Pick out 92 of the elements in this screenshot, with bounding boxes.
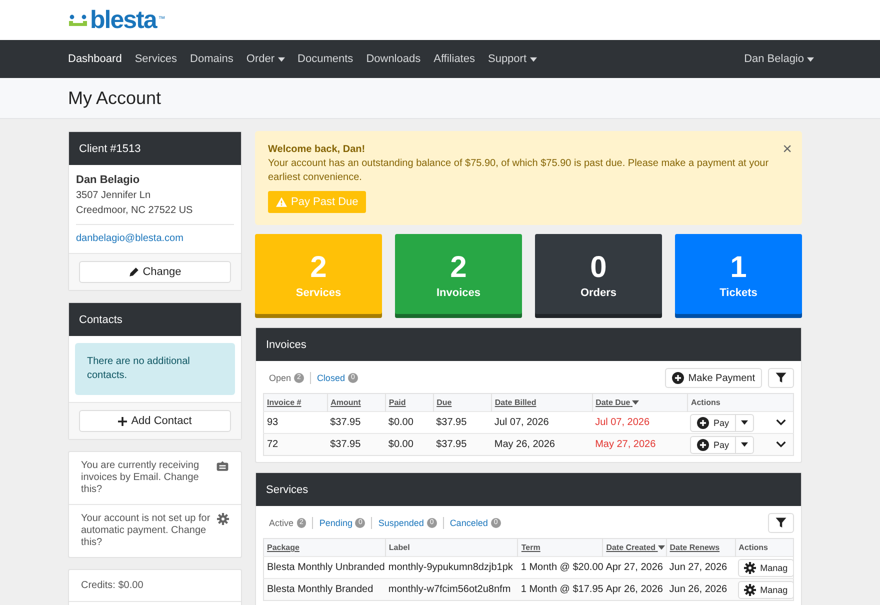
pencil-icon [128,267,139,277]
pay-button[interactable]: Pay [690,414,736,432]
nav-link[interactable]: Support [488,53,537,65]
stat-count: 2 [310,253,327,283]
user-menu[interactable]: Dan Belagio [744,53,814,65]
caret-icon [807,56,814,62]
nav-link[interactable]: Services [134,53,178,65]
table-cell: $0.00 [385,434,434,456]
chevron-down-icon[interactable] [776,419,786,426]
caret-icon [530,56,537,62]
stat-label: Orders [580,287,617,299]
change-button[interactable]: Change [79,261,231,283]
dropdown-toggle[interactable] [736,436,754,454]
table-cell: Jun 26, 2026 [666,578,736,600]
nav-link[interactable]: Dashboard [68,53,122,65]
warning-icon [276,197,287,207]
column-header: Label [385,538,518,556]
column-header[interactable]: Invoice # [264,394,328,412]
stat-label: Services [296,287,342,299]
filter-button[interactable] [768,368,794,388]
stat-label: Invoices [436,287,481,299]
gear-icon [744,562,756,574]
address-line: 3507 Jennifer Ln [76,189,152,203]
table-cell: 72 [264,434,328,456]
gear-icon [217,513,229,525]
page-title: My Account [68,88,162,108]
credits-text: Credits: $0.00 [69,570,241,602]
nav-link[interactable]: Downloads [366,53,421,65]
info-message: There are no additional contacts. [75,343,235,395]
manage-button[interactable]: Manag [738,580,794,598]
nav-link[interactable]: Affiliates [434,53,475,65]
nav-link[interactable]: Order [246,53,285,65]
close-button[interactable]: × [782,142,792,158]
add-contact-button[interactable]: Add Contact [79,410,231,432]
sort-caret-icon [658,545,665,550]
stat-count: 0 [590,253,607,283]
column-header[interactable]: Paid [385,394,434,412]
setting-text[interactable]: You are currently receiving invoices by Email. Change this? [81,460,212,496]
stat-count: 2 [450,253,467,283]
table-cell: $37.95 [433,434,492,456]
plus-circle-icon [672,372,684,384]
card-title: Contacts [79,314,122,326]
table-cell: Blesta Monthly Branded [264,578,386,600]
address-line: Creedmoor, NC 27522 US [76,204,194,218]
smiley-logo-icon [68,13,88,27]
chevron-down-icon[interactable] [776,441,786,448]
pay-button[interactable]: Pay [690,436,736,454]
email-link[interactable]: danbelagio@blesta.com [76,233,184,244]
filter-button[interactable] [768,513,794,533]
column-header[interactable]: Date Created [602,538,666,556]
card-title: Client #1513 [79,142,141,154]
column-header[interactable]: Date Due [592,394,688,412]
stat-count: 1 [730,253,747,283]
dropdown-toggle[interactable] [736,414,754,432]
plus-circle-icon [697,438,710,450]
alert-title: Welcome back, Dan! [268,143,366,157]
manage-button[interactable]: Manag [738,558,794,576]
client-name: Dan Belagio [76,173,141,188]
sort-caret-icon [632,400,640,405]
stat-tile[interactable]: 1 Tickets [675,234,802,318]
caret-icon [740,442,748,447]
caret-icon [278,56,285,62]
nav-link[interactable]: Domains [190,53,234,65]
column-header[interactable]: Due [433,394,492,412]
caret-icon [740,420,748,425]
gear-icon [744,584,756,596]
panel-title: Services [266,484,308,496]
make-payment-button[interactable]: Make Payment [665,368,762,388]
table-cell: $37.95 [327,434,386,456]
nav-link[interactable]: Documents [298,53,354,65]
column-header: Actions [687,394,794,412]
filter-icon [775,517,787,529]
filter-icon [775,372,787,384]
column-header[interactable]: Date Renews [666,538,736,556]
column-header[interactable]: Term [518,538,603,556]
table-cell: May 27, 2026 [592,434,688,456]
table-cell: May 26, 2026 [491,434,592,456]
table-cell: monthly-w7fcim56ot2u8nfm [385,578,518,600]
table-cell: 1 Month @ $17.95 [518,578,603,600]
setting-text[interactable]: Your account is not set up for automatic payment. Change this? [81,513,213,549]
plus-circle-icon [697,416,710,428]
alert-message: Your account has an outstanding balance of $75.90, of which $75.90 is past due. Please make a payment at your earliest convenience. [268,157,770,185]
logo-text: blesta [90,8,156,32]
column-header[interactable]: Amount [327,394,386,412]
panel-title: Invoices [266,338,306,350]
table-cell: Apr 26, 2026 [602,578,666,600]
stat-label: Tickets [720,287,758,299]
column-header[interactable]: Date Billed [491,394,592,412]
column-header: Actions [735,538,794,556]
stat-tile[interactable]: 0 Orders [535,234,662,318]
plus-icon [118,416,128,426]
column-header[interactable]: Package [264,538,386,556]
